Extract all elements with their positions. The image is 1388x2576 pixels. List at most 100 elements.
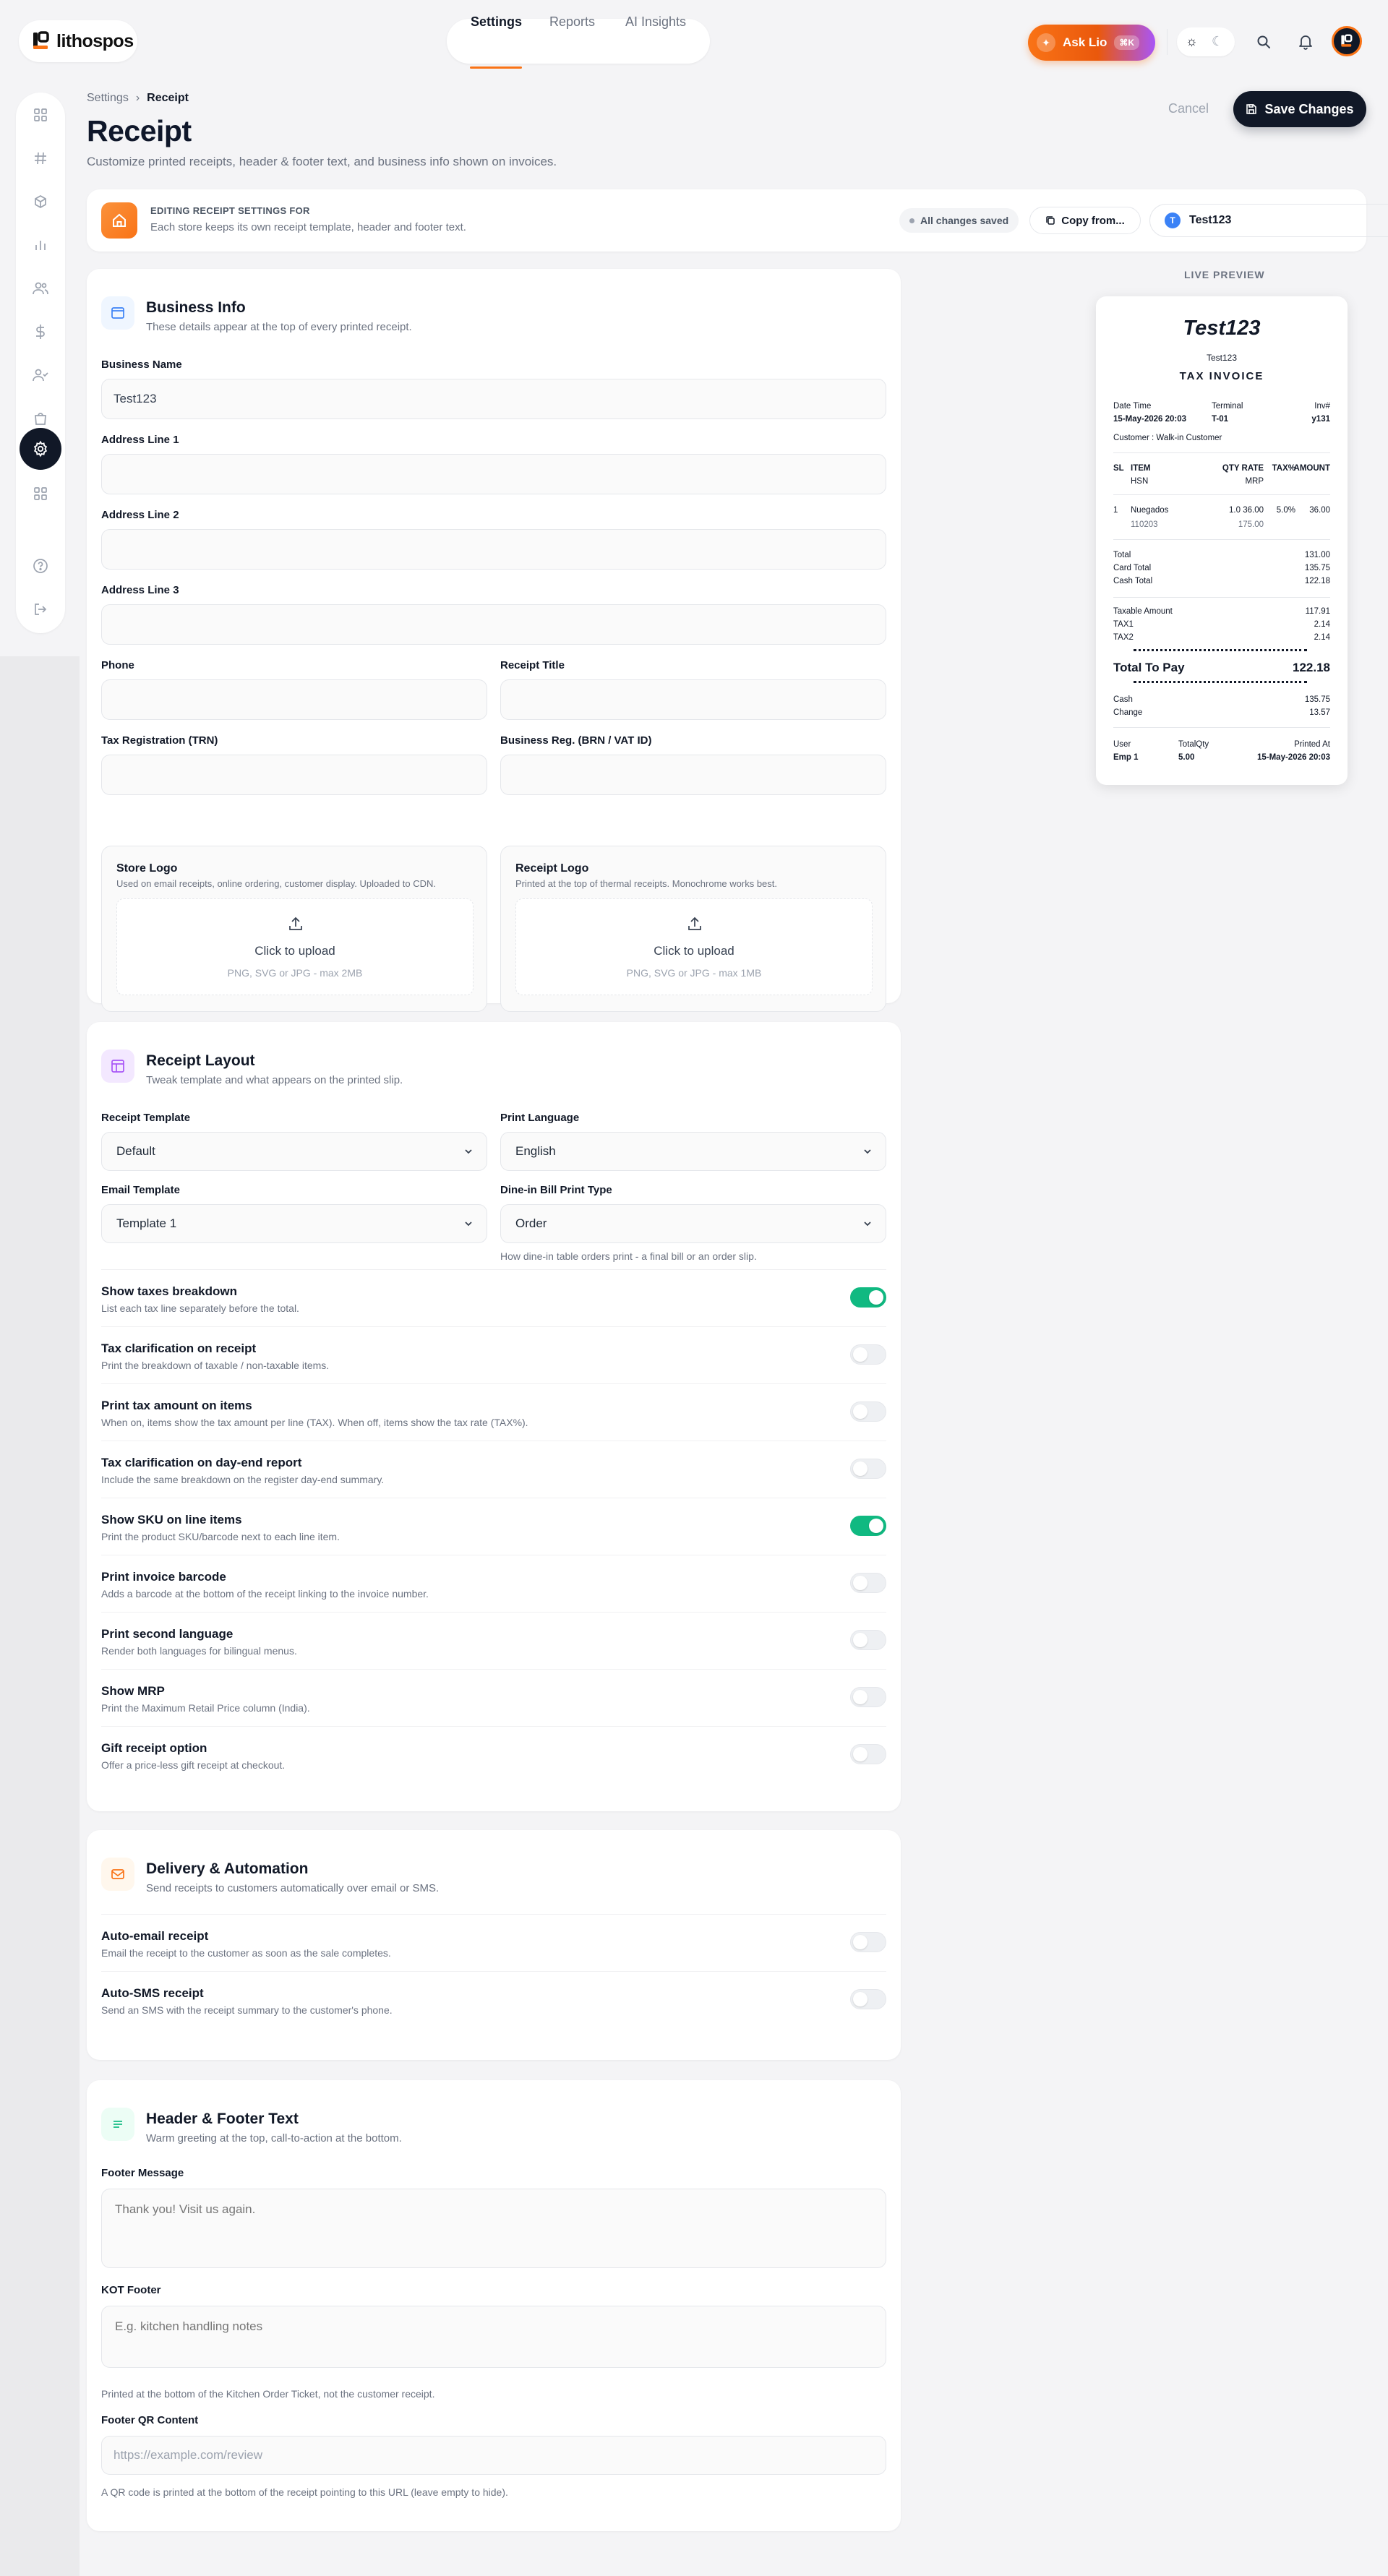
email-template-label: Email Template [101,1184,180,1196]
trn-input[interactable] [101,755,487,795]
page-title: Receipt [87,114,192,147]
help-icon[interactable] [30,555,51,577]
search-icon[interactable] [1251,29,1277,55]
receipt-divider [1113,452,1330,453]
chevron-down-icon [465,1149,472,1154]
ask-lio-button[interactable]: ✦ Ask Lio ⌘K [1028,25,1155,61]
hash-icon[interactable] [30,147,51,169]
business-name-label: Business Name [101,359,182,371]
receipt-template-select[interactable]: Default [101,1132,487,1171]
chevron-down-icon [465,1222,472,1227]
copy-from-button[interactable]: Copy from... [1029,207,1141,234]
print-language-select[interactable]: English [500,1132,886,1171]
receipt-logo-card: Receipt Logo Printed at the top of therm… [500,846,886,1012]
toggle-title: Show taxes breakdown [101,1284,237,1298]
toggle-switch[interactable] [850,1744,886,1764]
receipt-logo-upload[interactable]: Click to upload PNG, SVG or JPG - max 1M… [515,898,873,995]
grid-plus-icon[interactable] [30,483,51,505]
kot-footer-textarea[interactable] [101,2306,886,2368]
toggle-description: When on, items show the tax amount per l… [101,1417,528,1428]
toggle-description: Offer a price-less gift receipt at check… [101,1759,286,1771]
toggle-title: Tax clarification on receipt [101,1341,257,1355]
receipt-datetime-label: Date Time [1113,402,1152,411]
avatar-logo-icon [1341,34,1353,47]
phone-input[interactable] [101,679,487,720]
sun-icon[interactable]: ☼ [1186,34,1198,49]
toggle-switch[interactable] [850,1516,886,1536]
toggle-row: Auto-SMS receipt Send an SMS with the rec… [101,1971,886,2028]
receipt-title-input[interactable] [500,679,886,720]
sidebar-item-settings[interactable] [20,428,61,470]
bell-icon[interactable] [1293,29,1319,55]
footer-qr-input[interactable] [101,2436,886,2475]
address-line-3-input[interactable] [101,604,886,645]
users-icon[interactable] [30,278,51,299]
brand-logo[interactable]: lithospos [19,20,137,62]
box-icon[interactable] [30,191,51,212]
business-name-input[interactable] [101,379,886,419]
footer-message-textarea[interactable] [101,2189,886,2268]
toggle-switch[interactable] [850,1687,886,1707]
brn-label: Business Reg. (BRN / VAT ID) [500,734,652,747]
toggle-title: Print invoice barcode [101,1570,226,1584]
receipt-store-name: Test123 [1206,353,1238,363]
store-logo-subtitle: Used on email receipts, online ordering,… [116,878,436,889]
logout-icon[interactable] [30,598,51,620]
receipt-printed-label: Printed At [1294,740,1330,749]
business-info-subtitle: These details appear at the top of every… [146,321,412,333]
store-logo-title: Store Logo [116,862,178,875]
toggle-switch[interactable] [850,1932,886,1952]
store-logo-upload[interactable]: Click to upload PNG, SVG or JPG - max 2M… [116,898,474,995]
user-check-icon[interactable] [30,364,51,386]
receipt-customer: Customer : Walk-in Customer [1113,434,1222,442]
store-bar-label: EDITING RECEIPT SETTINGS FOR [150,205,310,216]
email-template-select[interactable]: Template 1 [101,1204,487,1243]
delivery-card: Delivery & Automation Send receipts to c… [87,1830,901,2060]
shopping-bag-icon[interactable] [30,408,51,429]
breadcrumb-settings[interactable]: Settings [87,92,129,105]
dine-in-print-type-select[interactable]: Order [500,1204,886,1243]
toggle-switch[interactable] [850,1989,886,2009]
tab-reports[interactable]: Reports [549,14,595,30]
toggle-switch[interactable] [850,1459,886,1479]
upload-formats: PNG, SVG or JPG - max 2MB [227,967,363,979]
bar-chart-icon[interactable] [30,234,51,256]
user-avatar[interactable] [1332,26,1362,56]
page-subtitle: Customize printed receipts, header & foo… [87,155,557,168]
toggle-switch[interactable] [850,1344,886,1365]
brn-input[interactable] [500,755,886,795]
moon-icon[interactable]: ☾ [1212,34,1223,49]
address-line-1-input[interactable] [101,454,886,494]
cancel-button[interactable]: Cancel [1145,94,1232,123]
store-icon [101,202,137,239]
header-footer-card: Header & Footer Text Warm greeting at th… [87,2080,901,2531]
delivery-subtitle: Send receipts to customers automatically… [146,1882,440,1894]
receipt-printed-value: 15-May-2026 20:03 [1256,753,1330,762]
tab-ai-insights[interactable]: AI Insights [625,14,686,30]
header-footer-card-icon [101,2108,134,2141]
dollar-icon[interactable] [30,321,51,343]
toggle-switch[interactable] [850,1401,886,1422]
col-sl: SL [1113,464,1124,473]
toggle-description: Adds a barcode at the bottom of the rece… [101,1588,429,1600]
receipt-template-label: Receipt Template [101,1112,191,1124]
store-select[interactable]: T Test123 [1149,204,1388,237]
dashboard-icon[interactable] [30,104,51,126]
receipt-line-label: TAX2 [1113,633,1134,642]
toggle-switch[interactable] [850,1287,886,1308]
chevron-down-icon [864,1222,871,1227]
tab-settings[interactable]: Settings [471,14,522,30]
status-dot-icon [909,218,914,223]
save-changes-button[interactable]: Save Changes [1233,91,1366,127]
chevron-right-icon: › [135,92,140,104]
theme-toggle[interactable]: ☼ ☾ [1177,27,1235,56]
saved-status-text: All changes saved [920,215,1009,226]
toggle-switch[interactable] [850,1630,886,1650]
upload-cta: Click to upload [654,944,734,958]
address-line-2-input[interactable] [101,529,886,570]
toggle-description: Send an SMS with the receipt summary to … [101,2004,393,2016]
upload-formats: PNG, SVG or JPG - max 1MB [626,967,762,979]
toggle-switch[interactable] [850,1573,886,1593]
receipt-logo-subtitle: Printed at the top of thermal receipts. … [515,878,778,889]
toggle-row: Show SKU on line items Print the product … [101,1498,886,1555]
